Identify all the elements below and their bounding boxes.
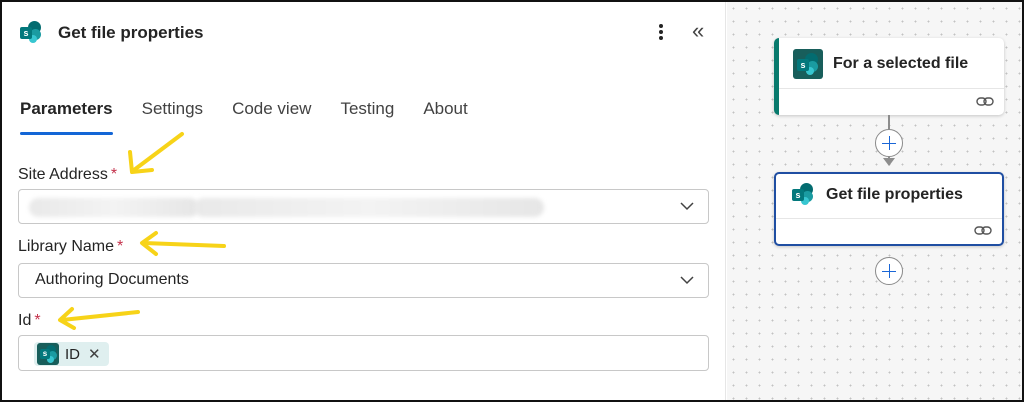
tab-code-view[interactable]: Code view	[232, 99, 311, 135]
card-title: Get file properties	[826, 186, 963, 203]
more-options-icon[interactable]	[653, 20, 669, 44]
panel-title: Get file properties	[58, 23, 204, 42]
sharepoint-icon: s	[792, 183, 816, 207]
trigger-card[interactable]: s For a selected file	[774, 38, 1004, 115]
annotation-arrow-icon	[140, 231, 226, 256]
library-name-value: Authoring Documents	[35, 271, 189, 288]
required-mark: *	[34, 312, 41, 329]
tab-testing[interactable]: Testing	[340, 99, 394, 135]
sharepoint-icon: s	[20, 21, 42, 43]
add-step-button[interactable]	[875, 129, 903, 157]
site-address-dropdown[interactable]	[18, 189, 709, 224]
tab-bar: Parameters Settings Code view Testing Ab…	[20, 99, 497, 135]
collapse-panel-icon[interactable]: «	[692, 18, 714, 44]
site-address-label: Site Address *	[18, 166, 118, 183]
annotation-arrow-icon	[58, 307, 140, 330]
connector-line	[888, 115, 890, 130]
required-mark: *	[110, 166, 118, 183]
properties-panel: s Get file properties « Parameters Setti…	[2, 2, 726, 400]
annotation-arrow-icon	[128, 132, 184, 174]
id-token[interactable]: s ID ✕	[34, 342, 109, 366]
close-icon[interactable]: ✕	[88, 345, 101, 363]
redacted-value	[194, 198, 544, 217]
required-mark: *	[117, 238, 124, 255]
add-step-button[interactable]	[875, 257, 903, 285]
library-name-label: Library Name *	[18, 238, 124, 255]
tab-about[interactable]: About	[423, 99, 467, 135]
sharepoint-icon: s	[37, 343, 59, 365]
link-icon[interactable]	[974, 224, 992, 238]
tab-parameters[interactable]: Parameters	[20, 99, 113, 135]
action-card[interactable]: s Get file properties	[774, 172, 1004, 246]
connector-arrow	[883, 158, 895, 166]
chevron-down-icon[interactable]	[678, 197, 696, 215]
id-token-label: ID	[65, 345, 80, 363]
link-icon[interactable]	[976, 95, 994, 109]
sharepoint-icon: s	[793, 49, 823, 79]
card-title: For a selected file	[833, 55, 969, 72]
screenshot-frame: s Get file properties « Parameters Setti…	[0, 0, 1024, 402]
chevron-down-icon[interactable]	[678, 271, 696, 289]
id-label: Id *	[18, 312, 41, 329]
redacted-value	[29, 198, 199, 217]
id-input[interactable]: s ID ✕	[18, 335, 709, 371]
library-name-dropdown[interactable]: Authoring Documents	[18, 263, 709, 298]
